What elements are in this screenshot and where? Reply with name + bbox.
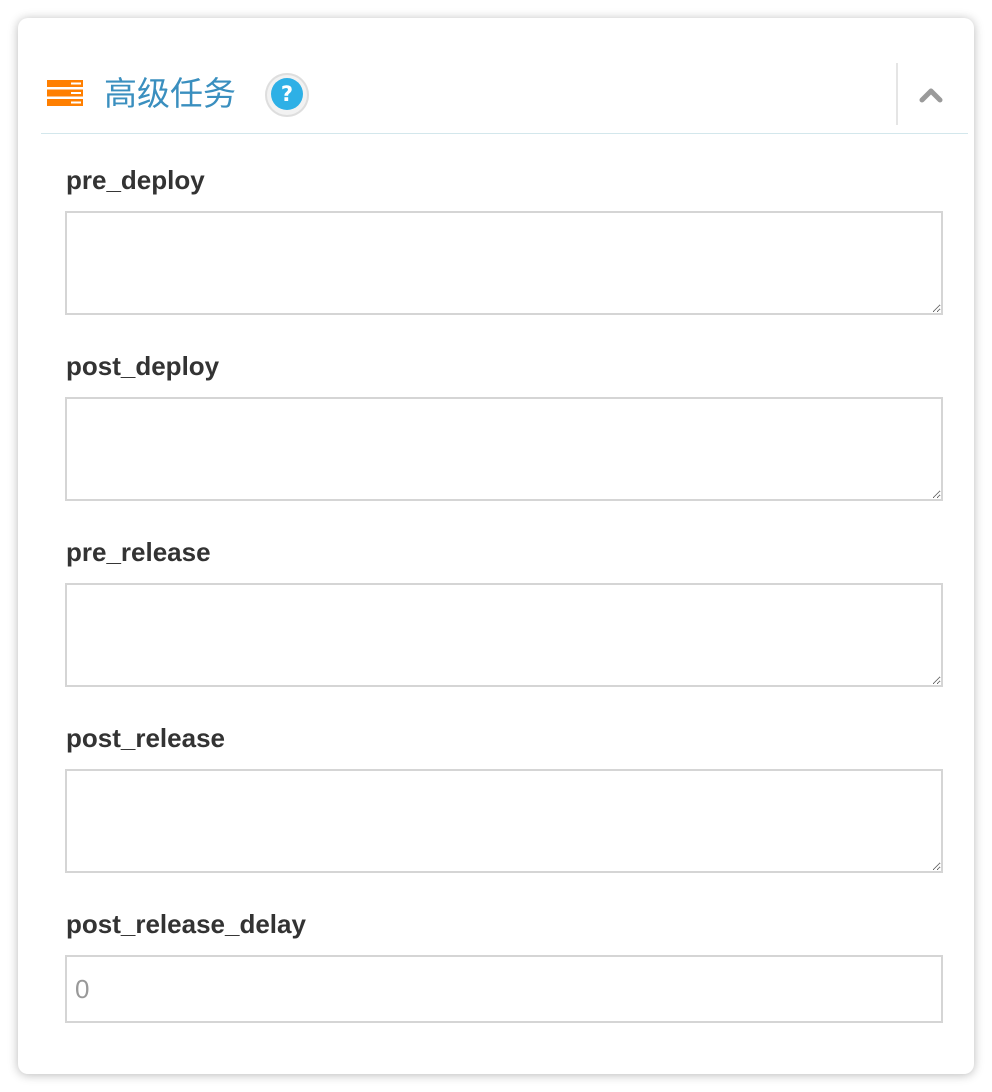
post-release-textarea[interactable] bbox=[65, 769, 943, 873]
post-deploy-textarea[interactable] bbox=[65, 397, 943, 501]
header-divider bbox=[896, 63, 898, 125]
pre-deploy-label: pre_deploy bbox=[66, 165, 205, 195]
panel-title: 高级任务 bbox=[104, 74, 236, 113]
pre-release-textarea[interactable] bbox=[65, 583, 943, 687]
chevron-up-icon bbox=[919, 88, 943, 103]
post-release-delay-label: post_release_delay bbox=[66, 909, 306, 939]
post-release-label: post_release bbox=[66, 723, 225, 753]
pre-release-label: pre_release bbox=[66, 537, 211, 567]
server-stack-icon bbox=[47, 80, 83, 106]
help-button[interactable]: ? bbox=[265, 73, 309, 117]
panel-header: 高级任务 ? bbox=[41, 63, 968, 134]
post-deploy-label: post_deploy bbox=[66, 351, 220, 381]
advanced-tasks-panel: 高级任务 ? pre_deploy post_deploy pre_releas… bbox=[18, 18, 974, 1074]
post-release-delay-input[interactable] bbox=[65, 955, 943, 1023]
collapse-button[interactable] bbox=[911, 75, 951, 115]
pre-deploy-textarea[interactable] bbox=[65, 211, 943, 315]
help-icon: ? bbox=[271, 78, 303, 110]
